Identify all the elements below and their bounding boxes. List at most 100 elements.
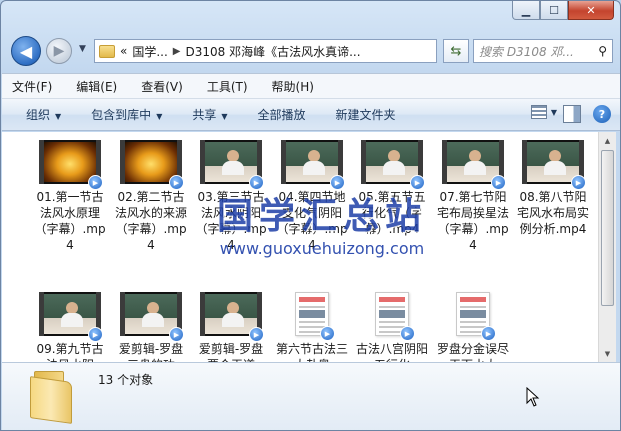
file-item[interactable]: ▶ 03.第三节古法风水阴阳（字幕）.mp4: [194, 140, 268, 253]
arrow-left-icon: ◀: [19, 41, 33, 61]
media-player-icon: ▶: [400, 326, 415, 341]
caption-buttons: ▁ ☐ ✕: [512, 1, 614, 20]
video-thumbnail: ▶: [522, 140, 586, 190]
chevron-down-icon: ▼: [156, 112, 163, 121]
chevron-down-icon: ▼: [221, 112, 228, 121]
explorer-window: ▁ ☐ ✕ ◀ ▶ ▼ « 国学... ▶ D3108 邓海峰《古法风水真谛..…: [0, 0, 621, 431]
file-name: 08.第八节阳宅风水布局实例分析.mp4: [516, 190, 589, 236]
file-item[interactable]: ▶罗盘分金误尽天下水大: [436, 292, 510, 362]
breadcrumb-separator-icon[interactable]: ▶: [173, 46, 181, 57]
chevron-down-icon: ▼: [55, 112, 62, 121]
media-player-icon: ▶: [88, 175, 103, 190]
command-bar: 组织 ▼ 包含到库中 ▼ 共享 ▼ 全部播放 新建文件夹 ▼ ?: [2, 99, 620, 131]
document-thumbnail: ▶: [456, 292, 496, 341]
file-item[interactable]: ▶ 07.第七节阳宅布局挨星法（字幕）.mp4: [436, 140, 510, 253]
search-icon[interactable]: ⚲: [598, 44, 607, 58]
media-player-icon: ▶: [320, 326, 335, 341]
video-thumbnail: ▶: [39, 140, 103, 190]
file-item[interactable]: ▶09.第九节古法风水阴: [33, 292, 107, 362]
file-item[interactable]: ▶ 01.第一节古法风水原理（字幕）.mp4: [33, 140, 107, 253]
media-player-icon: ▶: [491, 175, 506, 190]
file-name: 古法八宫阴阳五行化: [355, 342, 428, 362]
file-name: 05.第五节五行化气（字幕）.mp4: [358, 190, 426, 236]
file-item[interactable]: ▶ 08.第八节阳宅风水布局实例分析.mp4: [516, 140, 590, 237]
media-player-icon: ▶: [169, 175, 184, 190]
file-name: 爱剪辑-罗盘三盘的功: [118, 342, 184, 362]
close-button[interactable]: ✕: [568, 1, 614, 20]
scroll-down-icon[interactable]: ▼: [599, 345, 616, 362]
object-count: 13 个对象: [98, 373, 154, 387]
media-player-icon: ▶: [330, 175, 345, 190]
menu-bar: 文件(F) 编辑(E) 查看(V) 工具(T) 帮助(H): [2, 73, 620, 99]
menu-edit[interactable]: 编辑(E): [76, 78, 117, 95]
document-thumbnail: ▶: [375, 292, 415, 341]
video-thumbnail: ▶: [442, 140, 506, 190]
search-box[interactable]: 搜索 D3108 邓... ⚲: [473, 39, 613, 63]
breadcrumb-2[interactable]: D3108 邓海峰《古法风水真谛...: [186, 43, 361, 60]
menu-help[interactable]: 帮助(H): [272, 78, 314, 95]
file-item[interactable]: ▶古法八宫阴阳五行化: [355, 292, 429, 362]
forward-button[interactable]: ▶: [46, 38, 72, 64]
navigation-bar: ◀ ▶ ▼ « 国学... ▶ D3108 邓海峰《古法风水真谛... ⇆ 搜索…: [1, 33, 620, 69]
menu-tools[interactable]: 工具(T): [207, 78, 248, 95]
file-item[interactable]: ▶ 05.第五节五行化气（字幕）.mp4: [355, 140, 429, 237]
new-folder-button[interactable]: 新建文件夹: [336, 106, 396, 123]
video-thumbnail: ▶: [39, 292, 103, 342]
video-thumbnail: ▶: [281, 140, 345, 190]
media-player-icon: ▶: [249, 175, 264, 190]
file-item[interactable]: ▶第六节古法三大卦奥: [275, 292, 349, 362]
organize-label: 组织: [26, 108, 51, 122]
file-name: 第六节古法三大卦奥: [275, 342, 348, 362]
include-label: 包含到库中: [91, 108, 152, 122]
breadcrumb-1[interactable]: 国学...: [132, 43, 167, 60]
recent-pages-dropdown[interactable]: ▼: [79, 44, 86, 54]
file-item[interactable]: ▶爱剪辑-罗盘要合天道: [194, 292, 268, 362]
chevron-down-icon: ▼: [550, 107, 557, 117]
refresh-button[interactable]: ⇆: [443, 39, 469, 63]
video-thumbnail: ▶: [361, 140, 425, 190]
search-input[interactable]: 搜索 D3108 邓...: [479, 43, 598, 60]
video-thumbnail: ▶: [200, 140, 264, 190]
file-name: 罗盘分金误尽天下水大: [436, 342, 509, 362]
file-name: 09.第九节古法风水阴: [36, 342, 104, 362]
file-item[interactable]: ▶爱剪辑-罗盘三盘的功: [114, 292, 188, 362]
file-name: 01.第一节古法风水原理（字幕）.mp4: [34, 190, 106, 252]
minimize-button[interactable]: ▁: [512, 1, 540, 20]
file-name: 04.第四节地支化气阴阳（字幕）.mp4: [276, 190, 348, 252]
video-thumbnail: ▶: [120, 140, 184, 190]
change-view-button[interactable]: ▼: [530, 105, 557, 119]
media-player-icon: ▶: [88, 327, 103, 342]
help-button[interactable]: ?: [593, 105, 611, 123]
menu-view[interactable]: 查看(V): [141, 78, 183, 95]
scroll-thumb[interactable]: [601, 150, 614, 306]
maximize-button[interactable]: ☐: [540, 1, 568, 20]
file-list[interactable]: ▶ 01.第一节古法风水原理（字幕）.mp4 ▶ 02.第二节古法风水的来源（字幕）.…: [2, 132, 598, 362]
address-bar[interactable]: « 国学... ▶ D3108 邓海峰《古法风水真谛...: [94, 39, 437, 63]
file-name: 02.第二节古法风水的来源（字幕）.mp4: [114, 190, 187, 252]
menu-file[interactable]: 文件(F): [12, 78, 52, 95]
organize-button[interactable]: 组织 ▼: [26, 106, 61, 123]
scroll-up-icon[interactable]: ▲: [599, 132, 616, 149]
file-name: 03.第三节古法风水阴阳（字幕）.mp4: [195, 190, 267, 252]
folder-icon: [99, 44, 115, 58]
media-player-icon: ▶: [410, 175, 425, 190]
refresh-icon: ⇆: [450, 43, 462, 59]
play-all-button[interactable]: 全部播放: [258, 106, 306, 123]
media-player-icon: ▶: [571, 175, 586, 190]
file-item[interactable]: ▶ 04.第四节地支化气阴阳（字幕）.mp4: [275, 140, 349, 253]
media-player-icon: ▶: [249, 327, 264, 342]
video-thumbnail: ▶: [200, 292, 264, 342]
vertical-scrollbar[interactable]: ▲ ▼: [598, 132, 616, 362]
share-button[interactable]: 共享 ▼: [192, 106, 227, 123]
include-in-library-button[interactable]: 包含到库中 ▼: [91, 106, 162, 123]
preview-pane-button[interactable]: [563, 105, 581, 123]
media-player-icon: ▶: [169, 327, 184, 342]
document-thumbnail: ▶: [295, 292, 335, 341]
address-overflow[interactable]: «: [120, 44, 127, 58]
back-button[interactable]: ◀: [11, 36, 41, 66]
share-label: 共享: [192, 108, 217, 122]
arrow-right-icon: ▶: [53, 43, 65, 59]
folder-icon: [30, 371, 72, 424]
file-item[interactable]: ▶ 02.第二节古法风水的来源（字幕）.mp4: [114, 140, 188, 253]
view-icon: [530, 105, 547, 119]
